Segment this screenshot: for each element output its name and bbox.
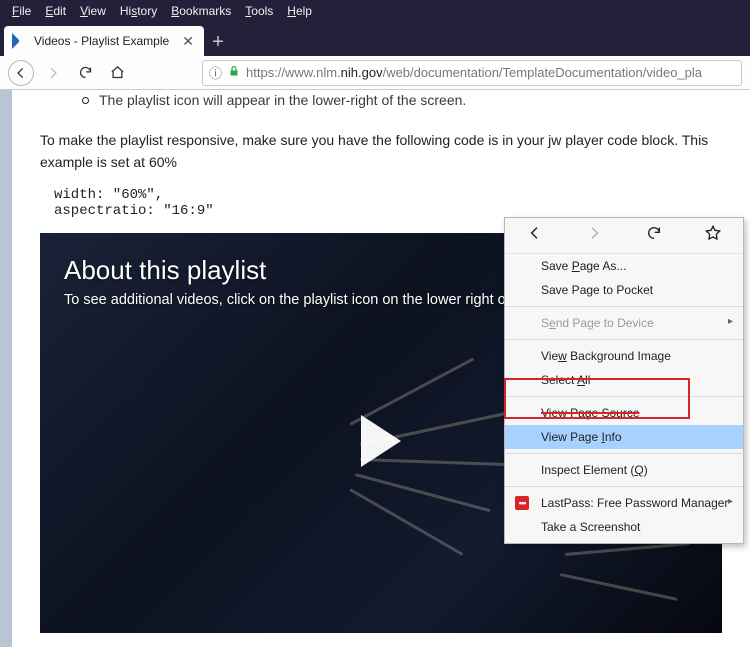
ctx-view-background-image[interactable]: View Background Image	[505, 344, 743, 368]
ctx-take-screenshot[interactable]: Take a Screenshot	[505, 515, 743, 539]
menu-help[interactable]: Help	[281, 2, 318, 20]
menu-edit[interactable]: Edit	[39, 2, 72, 20]
ctx-view-page-info[interactable]: View Page Info	[505, 425, 743, 449]
home-button[interactable]	[104, 60, 130, 86]
context-menu: Save Page As... Save Page to Pocket Send…	[504, 217, 744, 544]
menu-view[interactable]: View	[74, 2, 112, 20]
separator	[505, 306, 743, 307]
bullet-text: The playlist icon will appear in the low…	[99, 92, 466, 108]
separator	[505, 486, 743, 487]
tab-title: Videos - Playlist Example	[34, 34, 174, 48]
separator	[505, 339, 743, 340]
back-button[interactable]	[8, 60, 34, 86]
ctx-select-all[interactable]: Select All	[505, 368, 743, 392]
ctx-bookmark-icon[interactable]	[698, 225, 728, 246]
new-tab-button[interactable]: +	[204, 28, 232, 56]
ctx-save-to-pocket[interactable]: Save Page to Pocket	[505, 278, 743, 302]
tab-strip: Videos - Playlist Example ✕ +	[0, 22, 750, 56]
ctx-inspect-element[interactable]: Inspect Element (Q)	[505, 458, 743, 482]
submenu-arrow-icon: ▸	[728, 316, 733, 327]
menu-bar: File Edit View History Bookmarks Tools H…	[0, 0, 750, 22]
ctx-view-page-source[interactable]: View Page Source	[505, 401, 743, 425]
menu-tools[interactable]: Tools	[239, 2, 279, 20]
close-icon[interactable]: ✕	[180, 33, 196, 50]
navigation-toolbar: ⓘ https://www.nlm.nih.gov/web/documentat…	[0, 56, 750, 90]
play-icon[interactable]	[361, 415, 401, 467]
url-bar[interactable]: ⓘ https://www.nlm.nih.gov/web/documentat…	[202, 60, 742, 86]
ctx-reload-icon[interactable]	[639, 225, 669, 246]
ctx-save-page-as[interactable]: Save Page As...	[505, 254, 743, 278]
bullet-icon	[82, 97, 89, 104]
browser-tab[interactable]: Videos - Playlist Example ✕	[4, 26, 204, 56]
submenu-arrow-icon: ▸	[728, 496, 733, 507]
separator	[505, 396, 743, 397]
lastpass-icon: •••	[515, 496, 529, 510]
lock-icon[interactable]	[228, 65, 240, 80]
url-text: https://www.nlm.nih.gov/web/documentatio…	[246, 65, 702, 80]
menu-file[interactable]: File	[6, 2, 37, 20]
paragraph-text: To make the playlist responsive, make su…	[40, 130, 722, 173]
separator	[505, 453, 743, 454]
ctx-send-to-device: Send Page to Device▸	[505, 311, 743, 335]
ctx-forward-icon	[579, 225, 609, 246]
ctx-lastpass[interactable]: ••• LastPass: Free Password Manager ▸	[505, 491, 743, 515]
menu-history[interactable]: History	[114, 2, 163, 20]
info-icon[interactable]: ⓘ	[209, 63, 222, 82]
tab-favicon-icon	[12, 33, 28, 49]
menu-bookmarks[interactable]: Bookmarks	[165, 2, 237, 20]
reload-button[interactable]	[72, 60, 98, 86]
context-nav-row	[505, 218, 743, 254]
ctx-back-icon[interactable]	[520, 225, 550, 246]
forward-button	[40, 60, 66, 86]
